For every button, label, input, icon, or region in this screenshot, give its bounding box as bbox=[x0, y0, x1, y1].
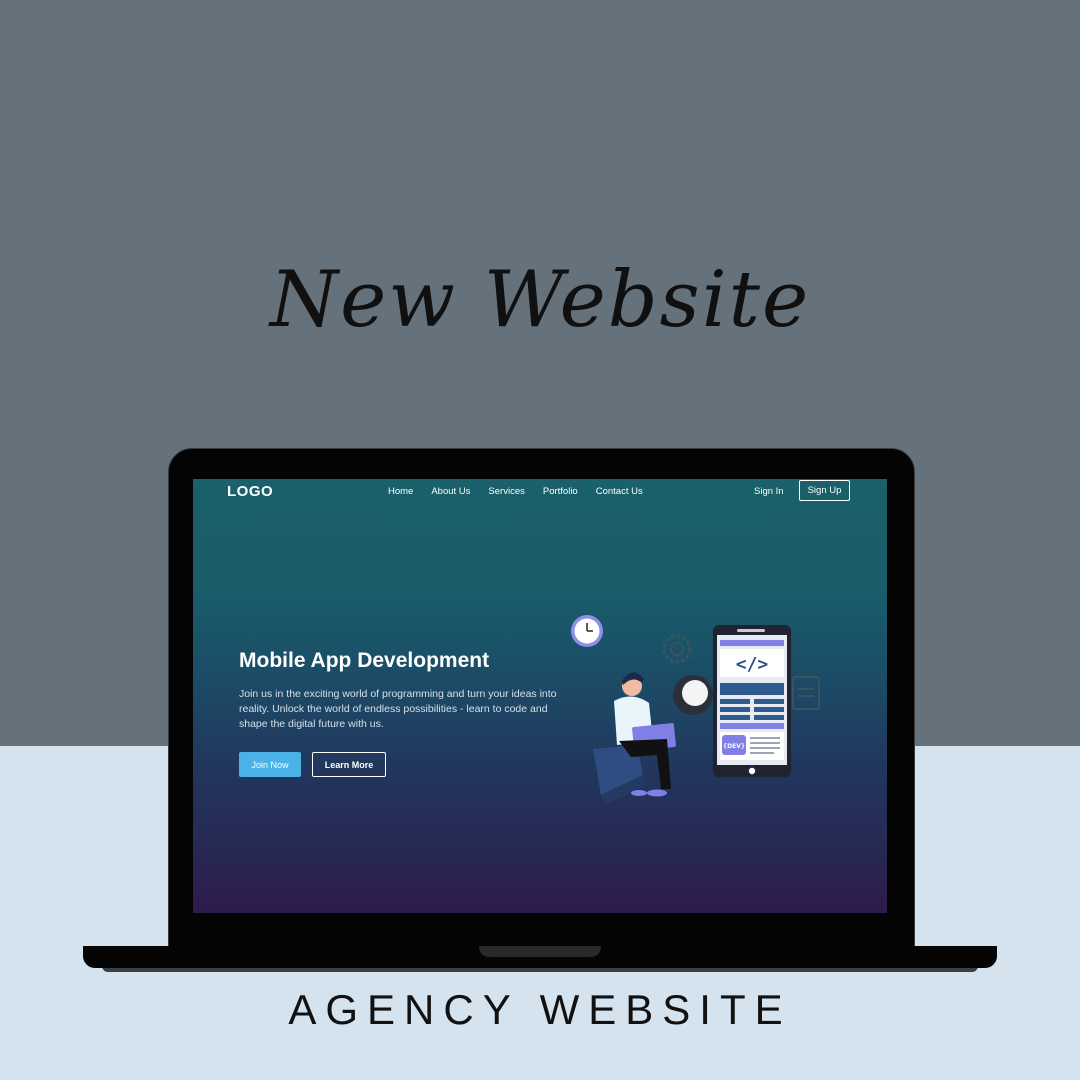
gear-icon bbox=[662, 634, 692, 664]
developer-illustration: </> {DEV} bbox=[571, 615, 820, 805]
document-icon bbox=[792, 676, 820, 710]
nav-link-home[interactable]: Home bbox=[388, 486, 413, 497]
laptop-notch bbox=[479, 946, 601, 957]
developer-figure bbox=[593, 672, 676, 805]
join-now-button[interactable]: Join Now bbox=[239, 752, 301, 777]
dark-gear-icon bbox=[673, 675, 713, 715]
site-logo[interactable]: LOGO bbox=[227, 483, 273, 500]
hero-description: Join us in the exciting world of program… bbox=[239, 688, 557, 730]
poster-caption: AGENCY WEBSITE bbox=[288, 986, 792, 1033]
site-nav: Home About Us Services Portfolio Contact… bbox=[388, 486, 643, 497]
hero-title: Mobile App Development bbox=[239, 649, 490, 672]
nav-link-portfolio[interactable]: Portfolio bbox=[543, 486, 578, 497]
sign-in-link[interactable]: Sign In bbox=[754, 486, 784, 497]
learn-more-button[interactable]: Learn More bbox=[312, 752, 386, 777]
dev-badge: {DEV} bbox=[723, 743, 745, 750]
phone-mockup: </> {DEV} bbox=[713, 625, 791, 777]
code-icon: </> bbox=[736, 654, 769, 675]
laptop-screen: LOGO Home About Us Services Portfolio Co… bbox=[193, 479, 887, 913]
nav-link-services[interactable]: Services bbox=[488, 486, 524, 497]
poster-headline: New Website bbox=[269, 255, 811, 345]
nav-link-contact-us[interactable]: Contact Us bbox=[596, 486, 643, 497]
sign-up-button[interactable]: Sign Up bbox=[799, 480, 850, 501]
nav-link-about-us[interactable]: About Us bbox=[431, 486, 470, 497]
clock-icon bbox=[571, 615, 603, 647]
